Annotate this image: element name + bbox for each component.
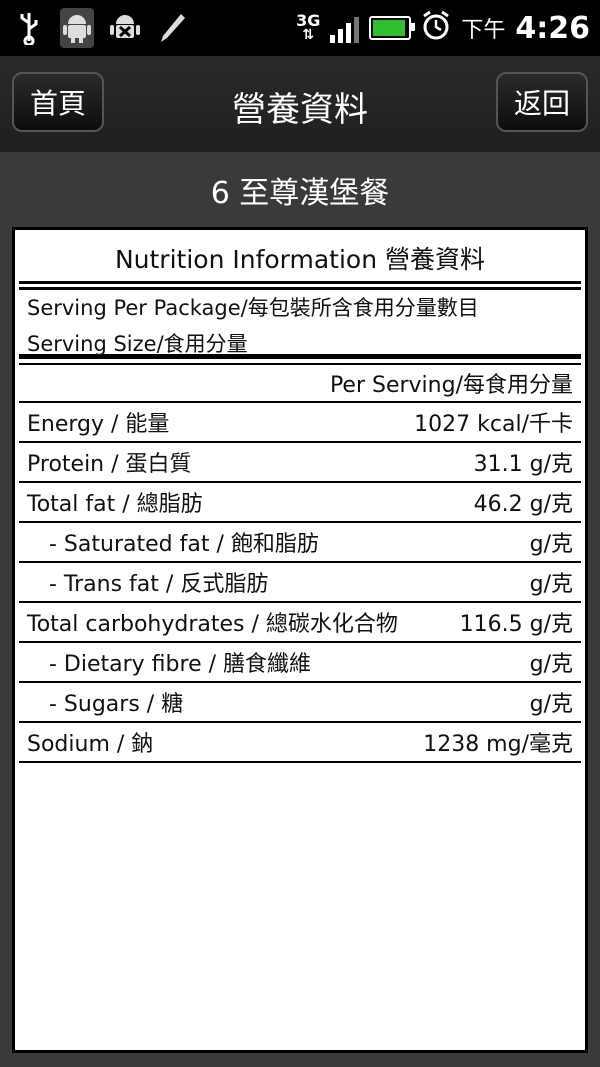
- android-debug-icon: [60, 8, 94, 48]
- serving-info: Serving Per Package/每包裝所含食用分量數目 Serving …: [19, 287, 581, 359]
- title-bar: 首頁 營養資料 返回: [0, 56, 600, 152]
- nutrient-row-total-carbohydrates: Total carbohydrates / 總碳水化合物 116.5 g/克: [19, 603, 581, 643]
- status-bar: 3G ⇅ 下午 4:26: [0, 0, 600, 56]
- pen-icon: [156, 8, 190, 48]
- clock-ampm: 下午: [461, 18, 506, 43]
- per-serving-label: Per Serving/每食用分量: [329, 373, 573, 398]
- nutrient-row-trans-fat: - Trans fat / 反式脂肪 g/克: [19, 563, 581, 603]
- nutrient-row-sugars: - Sugars / 糖 g/克: [19, 683, 581, 723]
- nutrient-row-total-fat: Total fat / 總脂肪 46.2 g/克: [19, 483, 581, 523]
- per-serving-header: Per Serving/每食用分量: [19, 363, 581, 403]
- alarm-icon: [421, 10, 451, 46]
- serving-per-package: Serving Per Package/每包裝所含食用分量數目: [27, 296, 479, 320]
- nutrition-panel: Nutrition Information 營養資料 Serving Per P…: [12, 227, 588, 1053]
- android-alert-icon: [108, 8, 142, 48]
- back-button[interactable]: 返回: [496, 72, 588, 132]
- notification-icons: [12, 6, 190, 50]
- nutrient-row-dietary-fibre: - Dietary fibre / 膳食纖維 g/克: [19, 643, 581, 683]
- nutrient-row-energy: Energy / 能量 1027 kcal/千卡: [19, 403, 581, 443]
- usb-icon: [12, 8, 46, 48]
- network-type: 3G ⇅: [296, 11, 321, 43]
- system-status: 3G ⇅ 下午 4:26: [296, 4, 590, 52]
- nutrient-row-saturated-fat: - Saturated fat / 飽和脂肪 g/克: [19, 523, 581, 563]
- nutrient-row-protein: Protein / 蛋白質 31.1 g/克: [19, 443, 581, 483]
- battery-level: [373, 20, 406, 36]
- clock-time: 4:26: [515, 10, 590, 46]
- battery-icon: [369, 16, 416, 40]
- nutrient-row-sodium: Sodium / 鈉 1238 mg/毫克: [19, 723, 581, 763]
- nutrition-header: Nutrition Information 營養資料: [19, 234, 581, 284]
- meal-title: 6 至尊漢堡餐: [210, 176, 390, 211]
- signal-icon: [330, 13, 360, 43]
- serving-size: Serving Size/食用分量: [27, 332, 248, 356]
